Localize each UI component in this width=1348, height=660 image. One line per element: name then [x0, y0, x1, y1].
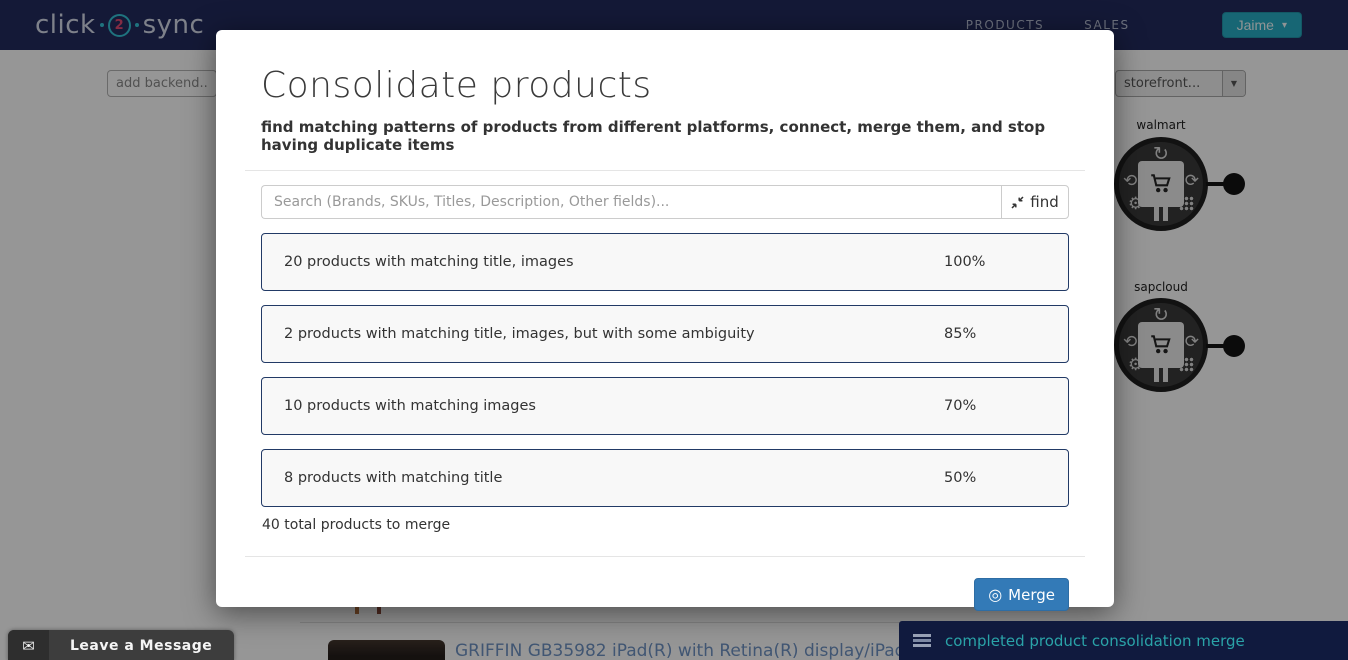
bullseye-icon: ◎: [988, 587, 1002, 603]
find-button-label: find: [1030, 193, 1058, 211]
match-percentage: 85%: [944, 326, 1068, 342]
match-percentage: 50%: [944, 470, 1068, 486]
merge-button[interactable]: ◎ Merge: [974, 578, 1069, 611]
modal-title: Consolidate products: [261, 65, 1069, 106]
modal-subtitle: find matching patterns of products from …: [261, 118, 1069, 154]
match-group-label: 8 products with matching title: [262, 470, 944, 486]
match-group-label: 10 products with matching images: [262, 398, 944, 414]
total-products-label: 40 total products to merge: [262, 517, 1069, 533]
leave-a-message-widget[interactable]: ✉ Leave a Message: [8, 630, 234, 660]
match-group-row[interactable]: 8 products with matching title 50%: [261, 449, 1069, 507]
match-group-row[interactable]: 2 products with matching title, images, …: [261, 305, 1069, 363]
notification-toast[interactable]: completed product consolidation merge: [899, 621, 1348, 660]
divider: [245, 556, 1085, 557]
match-percentage: 70%: [944, 398, 1068, 414]
compress-arrows-icon: [1011, 196, 1024, 209]
divider: [245, 170, 1085, 171]
consolidate-products-modal: Consolidate products find matching patte…: [216, 30, 1114, 607]
envelope-icon: ✉: [8, 630, 49, 660]
match-group-label: 2 products with matching title, images, …: [262, 326, 944, 342]
find-button[interactable]: find: [1001, 185, 1069, 219]
match-group-label: 20 products with matching title, images: [262, 254, 944, 270]
match-group-row[interactable]: 20 products with matching title, images …: [261, 233, 1069, 291]
toast-message: completed product consolidation merge: [945, 632, 1245, 650]
chat-widget-label: Leave a Message: [49, 630, 234, 660]
search-input[interactable]: [261, 185, 1001, 219]
search-bar: find: [261, 185, 1069, 219]
match-percentage: 100%: [944, 254, 1068, 270]
match-group-row[interactable]: 10 products with matching images 70%: [261, 377, 1069, 435]
tasks-list-icon: [913, 634, 931, 647]
merge-button-label: Merge: [1008, 586, 1055, 604]
